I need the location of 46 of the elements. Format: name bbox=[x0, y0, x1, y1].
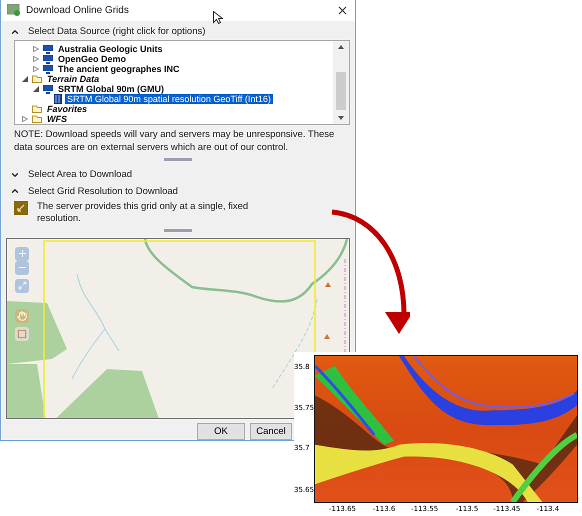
tree-item[interactable]: SRTM Global 90m spatial resolution GeoTiff (Int16) bbox=[65, 94, 273, 104]
zoom-in-button[interactable] bbox=[15, 246, 29, 261]
close-icon[interactable] bbox=[336, 4, 349, 17]
monitor-icon bbox=[43, 84, 53, 94]
resolution-note: The server provides this grid only at a single, fixed resolution. bbox=[37, 201, 250, 226]
caret-up-icon bbox=[10, 186, 20, 196]
ok-button[interactable]: OK bbox=[197, 423, 245, 440]
tree-item[interactable]: The ancient geographes INC bbox=[56, 64, 182, 74]
tree-item[interactable]: Terrain Data bbox=[45, 74, 102, 84]
zoom-out-button[interactable] bbox=[15, 260, 29, 275]
tree-item[interactable]: Australia Geologic Units bbox=[56, 44, 165, 54]
resolution-icon bbox=[14, 201, 28, 216]
note-text: NOTE: Download speeds will vary and servers may be unresponsive. These data sources are on external servers which are out of our control. bbox=[14, 128, 336, 154]
expanded-triangle-icon[interactable] bbox=[22, 76, 28, 82]
collapsed-triangle-icon[interactable] bbox=[22, 116, 28, 122]
monitor-icon bbox=[43, 64, 53, 74]
hand-icon bbox=[17, 310, 27, 321]
plus-icon bbox=[16, 248, 28, 260]
scroll-down-icon[interactable] bbox=[338, 116, 344, 120]
tree-item[interactable]: WFS bbox=[45, 114, 69, 124]
splitter-handle[interactable] bbox=[164, 158, 192, 161]
app-icon bbox=[7, 4, 20, 16]
monitor-icon bbox=[43, 54, 53, 64]
grid-layer-icon bbox=[54, 94, 62, 104]
scroll-up-icon[interactable] bbox=[338, 45, 344, 49]
collapsed-triangle-icon[interactable] bbox=[33, 66, 39, 72]
folder-icon bbox=[32, 75, 42, 83]
zoom-extent-button[interactable] bbox=[15, 278, 29, 293]
tree-item[interactable]: SRTM Global 90m (GMU) bbox=[56, 84, 166, 94]
draw-rectangle-button[interactable] bbox=[15, 326, 29, 341]
scrollbar[interactable] bbox=[333, 41, 349, 124]
cancel-button[interactable]: Cancel bbox=[250, 423, 292, 440]
section-header[interactable]: Select Area to Download bbox=[1, 166, 355, 183]
window-title: Download Online Grids bbox=[26, 4, 130, 16]
expanded-triangle-icon[interactable] bbox=[33, 86, 39, 92]
collapsed-triangle-icon[interactable] bbox=[33, 46, 39, 52]
monitor-icon bbox=[43, 44, 53, 54]
tree-item[interactable]: Favorites bbox=[45, 104, 90, 114]
section-header[interactable]: Select Data Source (right click for options) bbox=[1, 24, 355, 40]
pan-button[interactable] bbox=[15, 308, 29, 323]
tree-item[interactable]: OpenGeo Demo bbox=[56, 54, 128, 64]
section-header[interactable]: Select Grid Resolution to Download bbox=[1, 182, 355, 200]
rectangle-icon bbox=[17, 328, 27, 339]
collapsed-triangle-icon[interactable] bbox=[33, 56, 39, 62]
expand-icon bbox=[18, 281, 26, 290]
splitter-handle[interactable] bbox=[164, 229, 192, 232]
